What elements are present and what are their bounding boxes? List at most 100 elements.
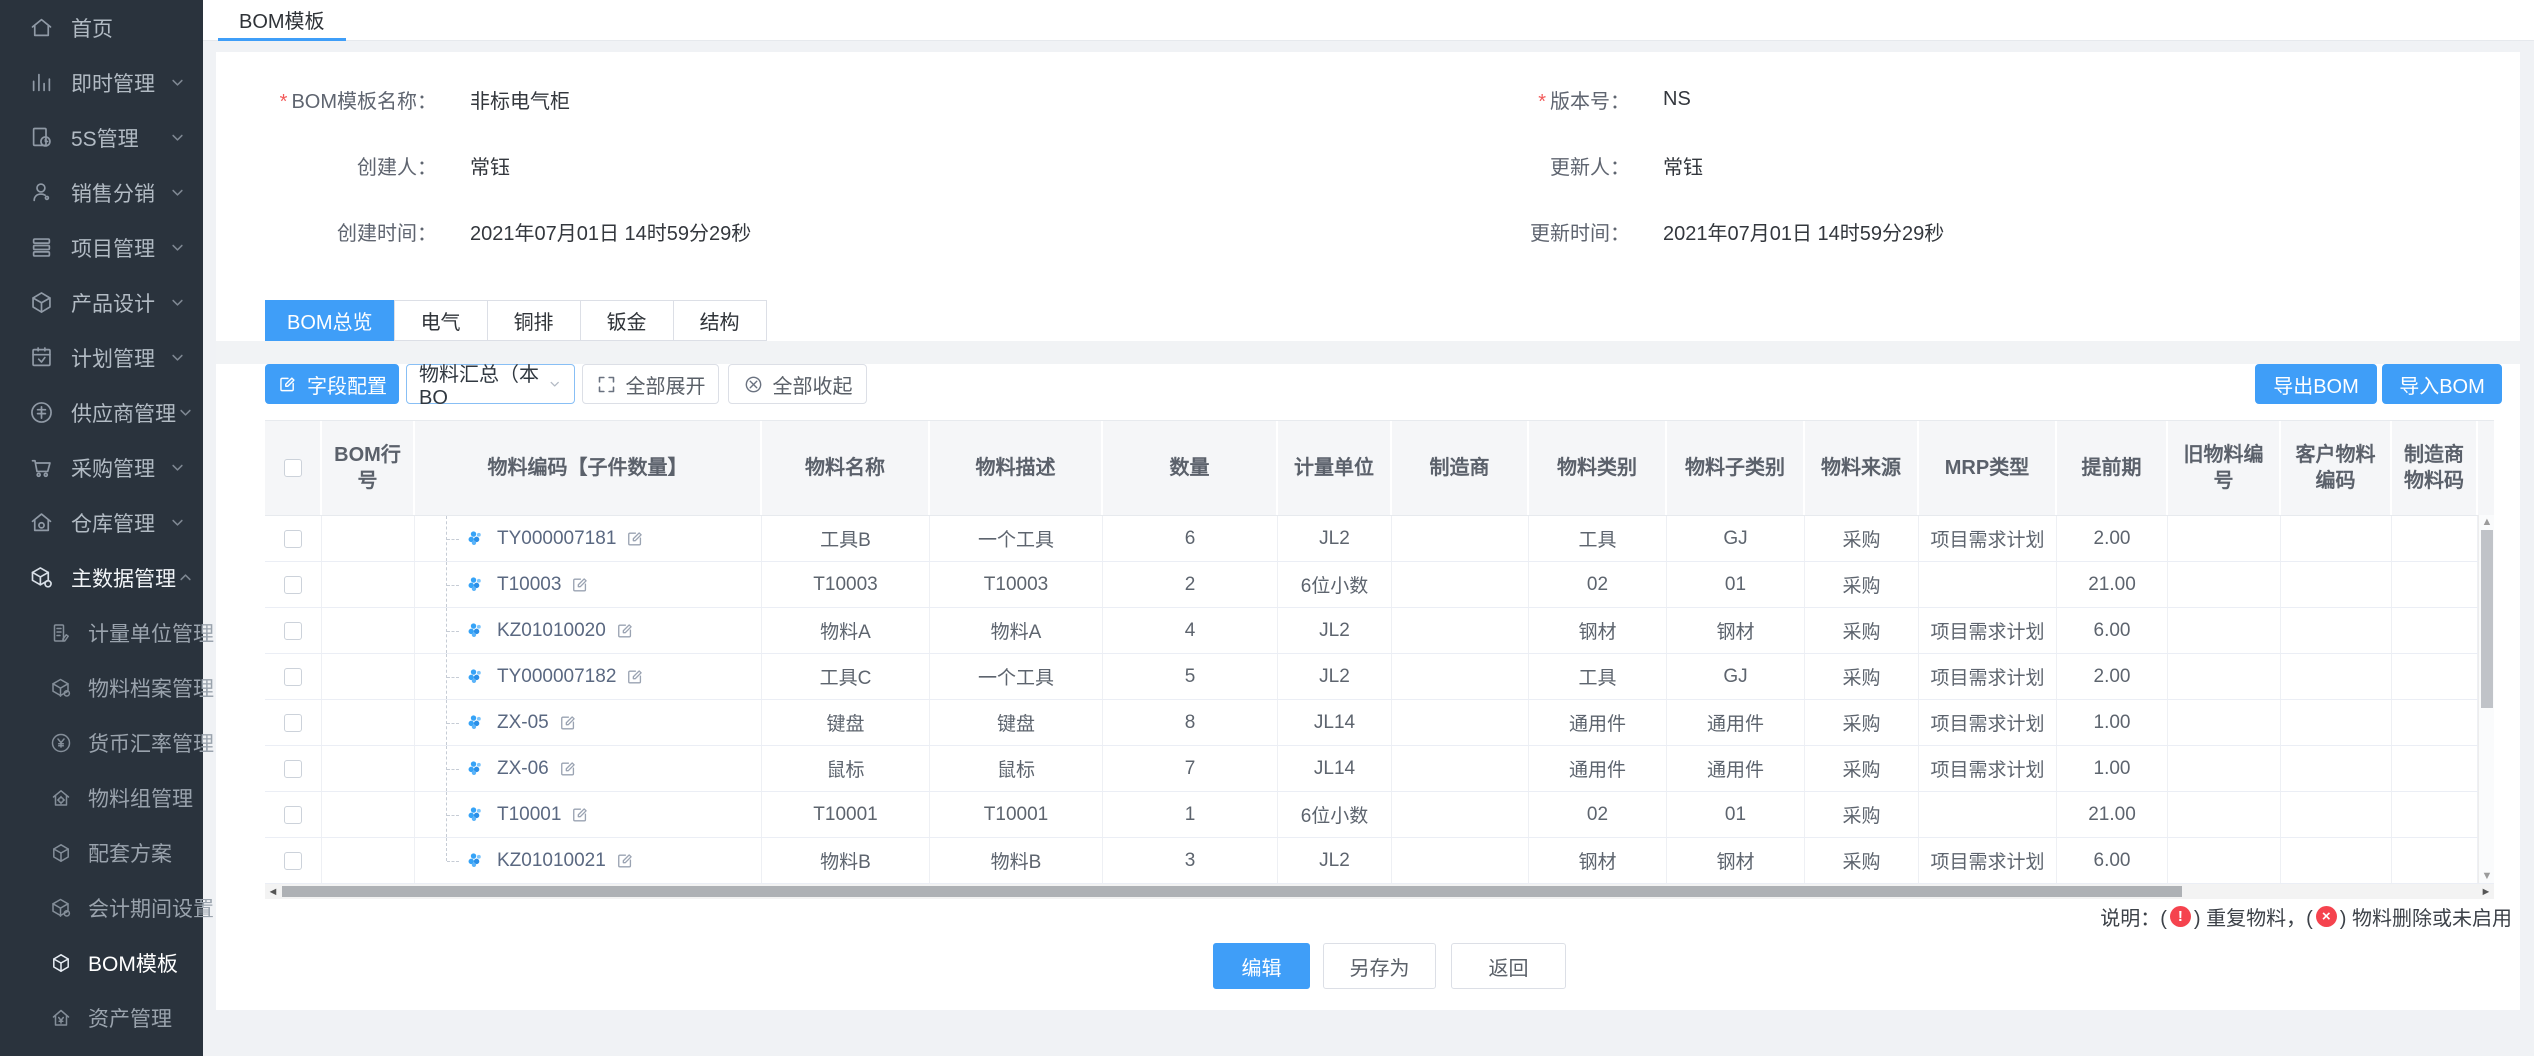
scroll-up-arrow-icon[interactable]: ▲ xyxy=(2479,515,2495,529)
sidebar-item-warehouse[interactable]: 仓库管理 xyxy=(0,495,203,550)
edit-icon[interactable] xyxy=(625,529,645,549)
footer-actions: 编辑 另存为 返回 xyxy=(1213,943,1566,989)
row-checkbox[interactable] xyxy=(284,668,302,686)
field-config-label: 字段配置 xyxy=(307,370,387,399)
sidebar-item-label: 项目管理 xyxy=(71,233,155,263)
field-label: 更新人： xyxy=(1368,151,1630,180)
sidebar-item-asset[interactable]: 资产管理 xyxy=(0,990,203,1045)
scroll-right-arrow-icon[interactable]: ► xyxy=(2478,884,2494,899)
edit-icon[interactable] xyxy=(570,805,590,825)
sidebar-item-bom-template[interactable]: BOM模板 xyxy=(0,935,203,990)
field-config-button[interactable]: 字段配置 xyxy=(265,364,399,404)
row-checkbox[interactable] xyxy=(284,714,302,732)
sidebar-item-material-archive[interactable]: 物料档案管理 xyxy=(0,660,203,715)
cell-bom_line xyxy=(322,838,415,883)
scroll-left-arrow-icon[interactable]: ◄ xyxy=(265,884,281,899)
sidebar-item-uom[interactable]: 计量单位管理 xyxy=(0,605,203,660)
column-header-manufacturer_code: 制造商物料码 xyxy=(2392,421,2478,515)
sidebar-item-currency[interactable]: 货币汇率管理 xyxy=(0,715,203,770)
horizontal-scroll-thumb[interactable] xyxy=(282,886,2182,897)
page-tab-label: BOM模板 xyxy=(239,5,325,34)
back-button[interactable]: 返回 xyxy=(1451,943,1566,989)
view-tab-4[interactable]: 结构 xyxy=(673,300,767,341)
tree-connector xyxy=(446,700,461,745)
cell-value: 采购 xyxy=(1842,617,1880,644)
view-tab-3[interactable]: 钣金 xyxy=(580,300,674,341)
cell-value: T10001 xyxy=(984,804,1048,826)
product-design-icon xyxy=(28,289,55,316)
sidebar-item-supplier[interactable]: 供应商管理 xyxy=(0,385,203,440)
edit-icon[interactable] xyxy=(625,667,645,687)
view-tab-1[interactable]: 电气 xyxy=(394,300,488,341)
edit-icon[interactable] xyxy=(558,759,578,779)
row-checkbox[interactable] xyxy=(284,622,302,640)
material-code-link[interactable]: TY000007181 xyxy=(497,528,616,550)
column-header-label: 提前期 xyxy=(2082,455,2142,481)
cell-value: 钢材 xyxy=(1578,847,1616,874)
cell-category: 工具 xyxy=(1529,654,1667,699)
row-checkbox[interactable] xyxy=(284,576,302,594)
cell-value: 项目需求计划 xyxy=(1930,617,2044,644)
sidebar-item-master-data[interactable]: 主数据管理 xyxy=(0,550,203,605)
vertical-scroll-thumb[interactable] xyxy=(2481,530,2493,708)
sidebar-item-accounting-period[interactable]: 会计期间设置 xyxy=(0,880,203,935)
edit-icon[interactable] xyxy=(615,851,635,871)
cell-old_code xyxy=(2168,654,2281,699)
row-checkbox[interactable] xyxy=(284,852,302,870)
export-bom-button[interactable]: 导出BOM xyxy=(2255,364,2377,404)
material-code-link[interactable]: KZ01010020 xyxy=(497,620,606,642)
material-code-link[interactable]: T10001 xyxy=(497,804,561,826)
row-checkbox[interactable] xyxy=(284,806,302,824)
cell-value: 工具 xyxy=(1578,663,1616,690)
material-code-link[interactable]: KZ01010021 xyxy=(497,850,606,872)
sidebar-item-project[interactable]: 项目管理 xyxy=(0,220,203,275)
sidebar-item-material-group[interactable]: 物料组管理 xyxy=(0,770,203,825)
horizontal-scrollbar[interactable]: ◄ ► xyxy=(265,884,2494,899)
material-code-link[interactable]: ZX-05 xyxy=(497,712,549,734)
edit-icon[interactable] xyxy=(615,621,635,641)
scroll-down-arrow-icon[interactable]: ▼ xyxy=(2479,869,2495,883)
sidebar-item-label: 会计期间设置 xyxy=(88,893,214,923)
cell-customer_code xyxy=(2281,792,2392,837)
view-tab-2[interactable]: 铜排 xyxy=(487,300,581,341)
cell-category: 02 xyxy=(1529,792,1667,837)
material-code-link[interactable]: TY000007182 xyxy=(497,666,616,688)
material-node-icon xyxy=(466,712,487,733)
expand-all-button[interactable]: 全部展开 xyxy=(582,364,719,404)
sidebar-item-kit[interactable]: 配套方案 xyxy=(0,825,203,880)
cell-unit: JL2 xyxy=(1278,516,1392,561)
edit-icon[interactable] xyxy=(558,713,578,733)
sidebar-item-doc-clock[interactable]: 5S管理 xyxy=(0,110,203,165)
cell-source: 采购 xyxy=(1805,838,1919,883)
sidebar-item-realtime[interactable]: 即时管理 xyxy=(0,55,203,110)
cell-old_code xyxy=(2168,608,2281,653)
cell-value: 项目需求计划 xyxy=(1930,709,2044,736)
chevron-down-icon xyxy=(168,128,187,147)
sidebar-item-sales[interactable]: 销售分销 xyxy=(0,165,203,220)
material-code-link[interactable]: ZX-06 xyxy=(497,758,549,780)
sidebar-item-label: 物料组管理 xyxy=(88,783,193,813)
sidebar-item-plan[interactable]: 计划管理 xyxy=(0,330,203,385)
cell-value: T10001 xyxy=(813,804,877,826)
import-bom-button[interactable]: 导入BOM xyxy=(2382,364,2502,404)
select-all-checkbox[interactable] xyxy=(284,459,302,477)
row-checkbox[interactable] xyxy=(284,760,302,778)
material-summary-dropdown[interactable]: 物料汇总（本BO xyxy=(406,364,575,404)
cell-value: 1 xyxy=(1185,804,1196,826)
sidebar-item-purchase[interactable]: 采购管理 xyxy=(0,440,203,495)
edit-icon[interactable] xyxy=(570,575,590,595)
edit-button[interactable]: 编辑 xyxy=(1213,943,1310,989)
save-as-button[interactable]: 另存为 xyxy=(1323,943,1436,989)
column-header-old_code: 旧物料编号 xyxy=(2168,421,2281,515)
sidebar-item-product-design[interactable]: 产品设计 xyxy=(0,275,203,330)
table-header-row: BOM行号物料编码【子件数量】物料名称物料描述数量计量单位制造商物料类别物料子类… xyxy=(265,420,2494,515)
collapse-all-button[interactable]: 全部收起 xyxy=(728,364,867,404)
sidebar-item-home[interactable]: 首页 xyxy=(0,0,203,55)
view-tab-0[interactable]: BOM总览 xyxy=(265,300,395,341)
page-tab-bom-template[interactable]: BOM模板 xyxy=(218,0,346,41)
tree-connector xyxy=(446,608,461,653)
material-code-link[interactable]: T10003 xyxy=(497,574,561,596)
row-checkbox[interactable] xyxy=(284,530,302,548)
vertical-scrollbar[interactable]: ▲ ▼ xyxy=(2478,515,2494,883)
cell-value: 物料B xyxy=(820,847,871,874)
